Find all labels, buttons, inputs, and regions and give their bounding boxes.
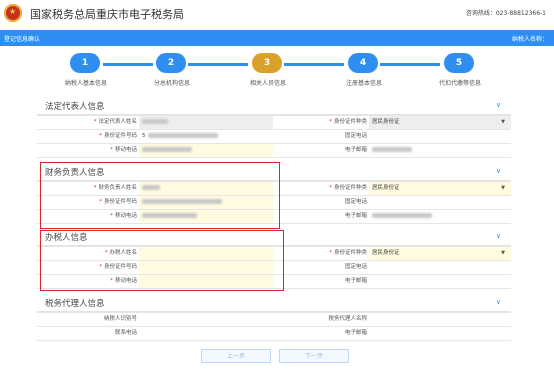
legal-email-field[interactable] [369,144,511,157]
step-4-circle[interactable]: 4 [348,53,378,73]
finance-mobile-label: * 移动电话 [110,213,137,219]
finance-idtype-label: * 身份证件种类 [329,185,367,191]
taxpayer-name-label: 纳税人名称： [511,36,548,43]
taxer-phone-label: 固定电话 [344,264,367,270]
page-title: 登记信息确认 [4,36,41,43]
step-connector [188,63,248,66]
finance-email-label: 电子邮箱 [344,213,367,219]
site-title: 国家税务总局重庆市电子税务局 [30,8,184,21]
agent-taxid-label: 纳税人识别号 [103,316,137,322]
taxer-name-label: * 办税人姓名 [104,250,137,256]
tax-agent-header[interactable]: 税务代理人信息 ∨ [37,294,511,312]
tax-handler-section: 办税人信息 ∨ * 办税人姓名 * 身份证件种类 居民身份证 ▼ * 身份证件号码 固定… [37,228,511,289]
step-connector [380,63,440,66]
taxer-mobile-label: * 移动电话 [110,278,137,284]
legal-mobile-label: * 移动电话 [110,147,137,153]
taxer-idtype-select[interactable]: 居民身份证 ▼ [369,247,511,260]
section-title: 办税人信息 [45,233,88,243]
finance-idno-label: * 身份证件号码 [99,199,137,205]
finance-name-field[interactable] [139,182,273,195]
taxer-email-label: 电子邮箱 [344,278,367,284]
step-4-label: 注册基本信息 [345,80,383,87]
legal-idtype-label: * 身份证件种类 [329,119,367,125]
tax-emblem-logo: ★ [4,4,22,22]
legal-phone-field[interactable] [369,130,511,143]
section-title: 法定代表人信息 [45,102,105,112]
agent-email-field[interactable] [369,327,511,340]
taxer-idtype-label: * 身份证件种类 [329,250,367,256]
agent-name-field[interactable] [369,313,511,326]
section-title: 税务代理人信息 [45,299,105,309]
step-5-circle[interactable]: 5 [444,53,474,73]
taxer-idno-label: * 身份证件号码 [99,264,137,270]
taxer-idno-field[interactable] [139,261,273,274]
step-2-label: 分总机构信息 [153,80,191,87]
tax-handler-header[interactable]: 办税人信息 ∨ [37,228,511,246]
legal-mobile-field[interactable] [139,144,273,157]
finance-fields: * 财务负责人姓名 * 身份证件种类 居民身份证 ▼ * 身份证件号码 固定电话 * 移动… [37,181,511,224]
agent-contact-field[interactable] [139,327,273,340]
step-2-circle[interactable]: 2 [156,53,186,73]
legal-idno-label: * 身份证件号码 [99,133,137,139]
legal-rep-header[interactable]: 法定代表人信息 ∨ [37,97,511,115]
agent-contact-label: 联系电话 [114,330,137,336]
site-header: ★ 国家税务总局重庆市电子税务局 咨询热线：023-88812366-1 [0,0,554,26]
progress-stepper: 1 2 3 4 5 纳税人基本信息 分总机构信息 相关人员信息 注册基本信息 代… [0,50,554,90]
legal-email-label: 电子邮箱 [344,147,367,153]
legal-phone-label: 固定电话 [344,133,367,139]
chevron-down-icon[interactable]: ∨ [496,167,501,175]
agent-name-label: 税务代理人名称 [328,316,367,322]
legal-idtype-select[interactable]: 居民身份证 ▼ [369,116,511,129]
tax-agent-fields: 纳税人识别号 税务代理人名称 联系电话 电子邮箱 [37,312,511,341]
taxer-email-field[interactable] [369,275,511,288]
step-3-circle[interactable]: 3 [252,53,282,73]
legal-name-field[interactable] [139,116,273,129]
chevron-down-icon[interactable]: ∨ [496,101,501,109]
legal-rep-fields: * 法定代表人姓名 * 身份证件种类 居民身份证 ▼ * 身份证件号码 5 固定电话 *… [37,115,511,158]
finance-phone-label: 固定电话 [344,199,367,205]
step-1-label: 纳税人基本信息 [64,80,108,87]
legal-name-label: * 法定代表人姓名 [93,119,137,125]
taxer-mobile-field[interactable] [139,275,273,288]
finance-idtype-select[interactable]: 居民身份证 ▼ [369,182,511,195]
prev-step-button[interactable]: 上一步 [201,349,271,363]
step-3-label: 相关人员信息 [249,80,287,87]
finance-name-label: * 财务负责人姓名 [93,185,137,191]
legal-rep-section: 法定代表人信息 ∨ * 法定代表人姓名 * 身份证件种类 居民身份证 ▼ * 身份证件号… [37,97,511,158]
hotline-text: 咨询热线：023-88812366-1 [465,10,546,17]
taxer-phone-field[interactable] [369,261,511,274]
section-title: 财务负责人信息 [45,168,105,178]
step-connector [284,63,344,66]
agent-taxid-field[interactable] [139,313,273,326]
finance-phone-field[interactable] [369,196,511,209]
step-5-label: 代扣代缴等信息 [438,80,482,87]
chevron-down-icon[interactable]: ∨ [496,232,501,240]
finance-email-field[interactable] [369,210,511,223]
step-1-circle[interactable]: 1 [70,53,100,73]
legal-idno-field[interactable]: 5 [139,130,273,143]
next-step-button[interactable]: 下一步 [279,349,349,363]
finance-idno-field[interactable] [139,196,273,209]
step-connector [103,63,153,66]
finance-header[interactable]: 财务负责人信息 ∨ [37,163,511,181]
finance-section: 财务负责人信息 ∨ * 财务负责人姓名 * 身份证件种类 居民身份证 ▼ * 身份证件号… [37,163,511,224]
taxer-name-field[interactable] [139,247,273,260]
finance-mobile-field[interactable] [139,210,273,223]
page-title-bar: 登记信息确认 纳税人名称： [0,30,554,46]
tax-handler-fields: * 办税人姓名 * 身份证件种类 居民身份证 ▼ * 身份证件号码 固定电话 * 移动电话… [37,246,511,289]
agent-email-label: 电子邮箱 [344,330,367,336]
tax-agent-section: 税务代理人信息 ∨ 纳税人识别号 税务代理人名称 联系电话 电子邮箱 [37,294,511,341]
chevron-down-icon[interactable]: ∨ [496,298,501,306]
